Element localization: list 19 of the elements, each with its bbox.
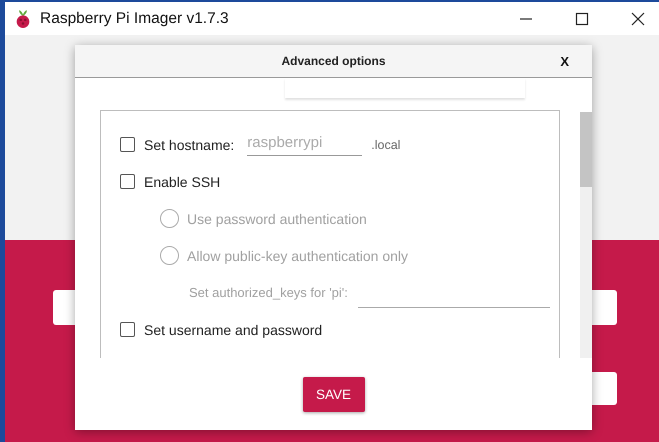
save-button[interactable]: SAVE — [302, 376, 364, 412]
option-label: Set hostname: — [144, 136, 234, 152]
dialog-title: Advanced options — [281, 54, 386, 68]
close-icon[interactable] — [631, 12, 645, 26]
window-title: Raspberry Pi Imager v1.7.3 — [40, 10, 229, 28]
field-label: Set authorized_keys for 'pi': — [189, 285, 348, 300]
maximize-icon[interactable] — [575, 12, 589, 26]
option-label: Enable SSH — [144, 174, 220, 190]
domain-suffix: .local — [371, 138, 400, 152]
checkbox[interactable] — [120, 322, 135, 337]
option-label: Allow public-key authentication only — [187, 248, 408, 264]
checkbox[interactable] — [120, 174, 135, 189]
scrollbar-thumb[interactable] — [580, 112, 592, 187]
close-button[interactable]: X — [557, 52, 572, 71]
checkbox[interactable] — [120, 137, 135, 152]
scrollbar[interactable] — [580, 112, 592, 358]
option-label: Set username and password — [144, 322, 322, 338]
option-label: Use password authentication — [187, 210, 367, 226]
raspberry-icon — [14, 8, 32, 28]
